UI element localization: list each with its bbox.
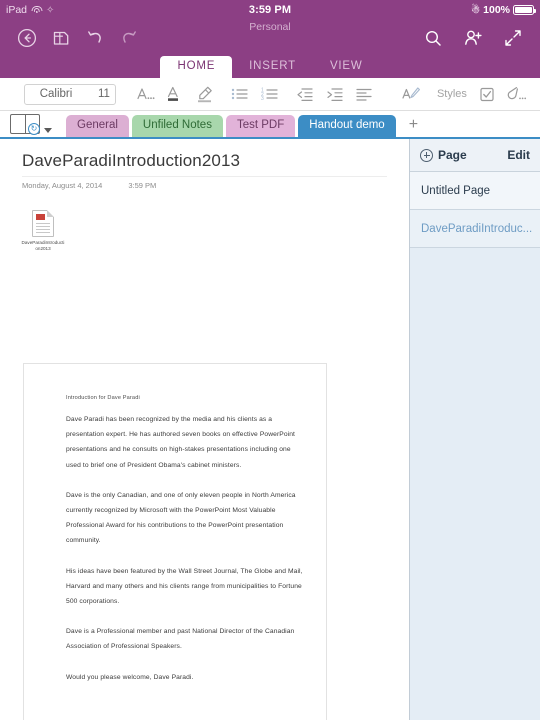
ios-status-bar: iPad ✧ 3:59 PM ☃ 100% xyxy=(0,0,540,20)
sync-badge-icon: ↻ xyxy=(28,123,40,135)
ribbon-tab-strip: HOME INSERT VIEW xyxy=(0,56,540,78)
add-section-button[interactable]: + xyxy=(399,115,428,137)
font-selector[interactable]: Calibri 11 xyxy=(24,83,117,105)
page-list-header: Page Edit xyxy=(410,139,540,172)
document-paragraph: Dave is the only Canadian, and one of on… xyxy=(66,491,296,545)
page-time: 3:59 PM xyxy=(128,181,157,190)
font-name-field[interactable]: Calibri xyxy=(25,85,87,104)
section-tab-general[interactable]: General xyxy=(66,115,129,137)
battery-percent-label: 100% xyxy=(483,4,510,16)
document-paragraph: His ideas have been featured by the Wall… xyxy=(66,567,303,606)
attachment-filename: DaveParadiIntroduction2013 xyxy=(21,240,65,251)
tab-insert[interactable]: INSERT xyxy=(232,56,313,78)
increase-indent-icon[interactable] xyxy=(320,81,350,107)
tag-icon[interactable] xyxy=(502,81,532,107)
bullet-list-icon[interactable] xyxy=(225,81,255,107)
font-color-icon[interactable] xyxy=(160,81,190,107)
page-title[interactable]: DaveParadiIntroduction2013 xyxy=(22,151,409,171)
main-area: DaveParadiIntroduction2013 Monday, Augus… xyxy=(0,139,540,720)
notebook-switcher-button[interactable]: ↻ xyxy=(10,114,40,135)
page-list-empty-space xyxy=(410,248,540,720)
checkbox-icon[interactable] xyxy=(473,81,503,107)
status-bar-right: ☃ 100% xyxy=(471,4,536,16)
page-title-underline xyxy=(22,176,387,177)
decrease-indent-icon[interactable] xyxy=(290,81,320,107)
formatting-toolbar: Calibri 11 123 Styles xyxy=(0,78,540,111)
note-canvas[interactable]: DaveParadiIntroduction2013 Monday, Augus… xyxy=(0,139,409,720)
add-page-button[interactable]: Page xyxy=(420,148,467,162)
page-list-item-untitled[interactable]: Untitled Page xyxy=(410,172,540,210)
tab-view[interactable]: VIEW xyxy=(313,56,380,78)
svg-text:3: 3 xyxy=(261,96,264,102)
page-date: Monday, August 4, 2014 xyxy=(22,181,103,190)
section-tab-unfiled-notes[interactable]: Unfiled Notes xyxy=(131,115,223,137)
add-page-label: Page xyxy=(438,148,467,162)
section-tab-strip: ↻ General Unfiled Notes Test PDF Handout… xyxy=(0,111,540,139)
edit-pages-button[interactable]: Edit xyxy=(507,148,530,162)
section-tab-handout-demo[interactable]: Handout demo xyxy=(298,115,396,137)
styles-button[interactable] xyxy=(385,81,437,107)
status-bar-clock: 3:59 PM xyxy=(248,4,292,16)
battery-full-icon xyxy=(513,5,536,15)
section-tabs: General Unfiled Notes Test PDF Handout d… xyxy=(66,115,428,137)
app-navigation-bar: Personal xyxy=(0,20,540,56)
chevron-down-icon[interactable] xyxy=(44,128,52,133)
page-timestamp: Monday, August 4, 2014 3:59 PM xyxy=(22,181,409,190)
numbered-list-icon[interactable]: 123 xyxy=(255,81,285,107)
styles-label: Styles xyxy=(436,88,467,100)
bluetooth-icon: ☃ xyxy=(471,4,481,16)
document-paragraph: Dave is a Professional member and past N… xyxy=(66,628,295,651)
document-paragraph: Dave Paradi has been recognized by the m… xyxy=(66,416,296,469)
plus-circle-icon xyxy=(420,148,433,162)
highlighter-icon[interactable] xyxy=(190,81,220,107)
document-paragraph: Would you please welcome, Dave Paradi. xyxy=(66,673,194,681)
document-heading: Introduction for Dave Paradi xyxy=(66,395,140,401)
align-left-icon[interactable] xyxy=(350,81,380,107)
account-label: Personal xyxy=(249,21,291,33)
font-options-icon[interactable] xyxy=(130,81,160,107)
document-content-block[interactable]: Introduction for Dave Paradi Dave Paradi… xyxy=(23,363,327,720)
document-file-icon xyxy=(32,210,54,237)
page-list-item-daveparadi[interactable]: DaveParadiIntroduc... xyxy=(410,210,540,248)
font-size-field[interactable]: 11 xyxy=(87,85,115,104)
tab-home[interactable]: HOME xyxy=(160,56,233,78)
section-tab-test-pdf[interactable]: Test PDF xyxy=(225,115,296,137)
file-attachment[interactable]: DaveParadiIntroduction2013 xyxy=(21,210,65,252)
page-list-sidebar: Page Edit Untitled Page DaveParadiIntrod… xyxy=(409,139,540,720)
